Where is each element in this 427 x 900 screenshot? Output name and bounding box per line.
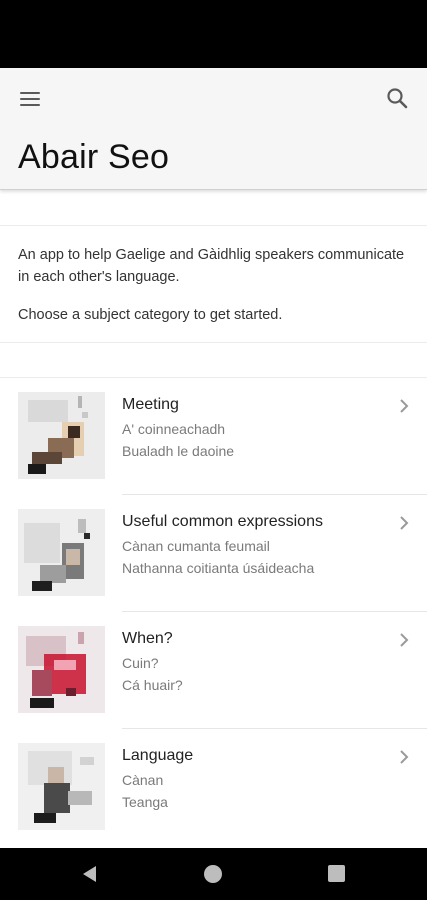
intro-section: An app to help Gaelige and Gàidhlig spea…	[0, 225, 427, 343]
category-gaidhlig-label: Cuin?	[122, 655, 159, 671]
back-triangle-icon[interactable]	[80, 864, 100, 884]
category-thumbnail-when	[18, 626, 105, 713]
category-thumbnail-language	[18, 743, 105, 830]
intro-call-to-action: Choose a subject category to get started…	[18, 307, 283, 323]
category-item-when[interactable]: When? Cuin? Cá huair?	[0, 612, 427, 729]
category-gaidhlig-label: Cànan	[122, 772, 164, 788]
hamburger-menu-icon[interactable]	[14, 84, 48, 112]
chevron-right-icon	[400, 750, 409, 764]
category-item-meeting[interactable]: Meeting A' coinneachadh Bualadh le daoin…	[0, 378, 427, 495]
category-gaelige-label: Nathanna coitianta úsáideacha	[122, 560, 315, 576]
category-list: Meeting A' coinneachadh Bualadh le daoin…	[0, 377, 427, 846]
status-bar	[0, 0, 427, 68]
category-gaelige-label: Bualadh le daoine	[122, 443, 235, 459]
category-title: Useful common expressions	[122, 513, 323, 530]
category-thumbnail-expressions	[18, 509, 105, 596]
chevron-right-icon	[400, 633, 409, 647]
category-gaelige-label: Teanga	[122, 794, 168, 810]
system-navigation-bar	[0, 848, 427, 900]
category-gaelige-label: Cá huair?	[122, 677, 183, 693]
page-title: Abair Seo	[18, 138, 170, 176]
category-title: When?	[122, 630, 173, 647]
category-title: Language	[122, 747, 194, 764]
recent-square-icon[interactable]	[328, 865, 345, 882]
category-gaidhlig-label: Cànan cumanta feumail	[122, 538, 270, 554]
chevron-right-icon	[400, 399, 409, 413]
category-thumbnail-meeting	[18, 392, 105, 479]
search-icon[interactable]	[383, 84, 413, 114]
category-item-useful-common-expressions[interactable]: Useful common expressions Cànan cumanta …	[0, 495, 427, 612]
category-gaidhlig-label: A' coinneachadh	[122, 421, 226, 437]
intro-description: An app to help Gaelige and Gàidhlig spea…	[18, 247, 405, 285]
app-header: Abair Seo	[0, 68, 427, 190]
category-item-language[interactable]: Language Cànan Teanga	[0, 729, 427, 846]
category-title: Meeting	[122, 396, 179, 413]
home-circle-icon[interactable]	[204, 865, 222, 883]
chevron-right-icon	[400, 516, 409, 530]
